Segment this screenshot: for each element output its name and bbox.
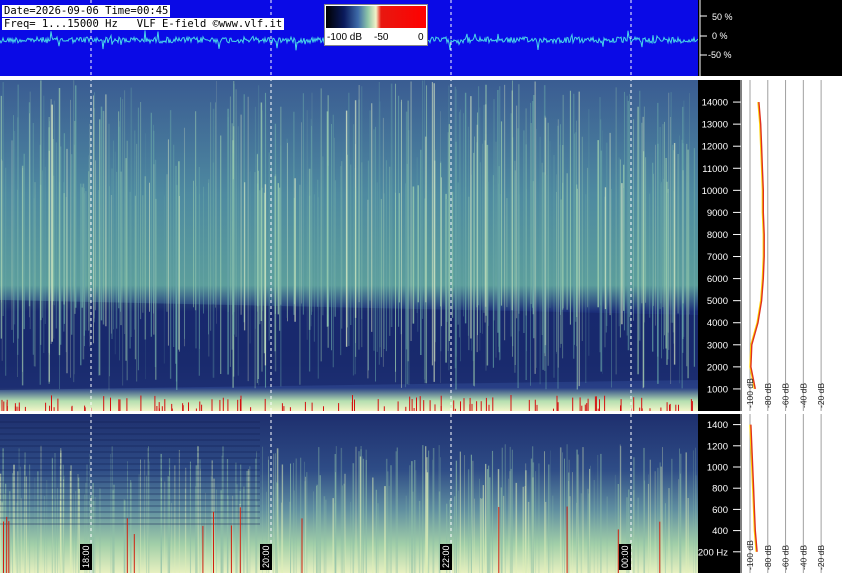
spectrogram-canvas: 1000200030004000500060007000800090001000… xyxy=(0,0,842,573)
lower-profile-xtick-label: -100 dB xyxy=(745,540,755,570)
upper-freq-tick-label: 14000 xyxy=(702,98,728,109)
waveform-tick-0: 0 % xyxy=(712,31,728,41)
upper-freq-tick-label: 10000 xyxy=(702,186,728,197)
upper-freq-tick-label: 7000 xyxy=(707,252,728,263)
upper-freq-tick-label: 1000 xyxy=(707,384,728,395)
header-date-time: Date=2026-09-06 Time=00:45 xyxy=(2,5,171,17)
lower-freq-tick-label: 1400 xyxy=(707,420,728,431)
lower-profile-xtick-label: -20 dB xyxy=(816,545,826,570)
upper-freq-tick-label: 13000 xyxy=(702,120,728,131)
upper-freq-tick-label: 6000 xyxy=(707,274,728,285)
upper-freq-tick-label: 5000 xyxy=(707,296,728,307)
lower-freq-tick-label: 800 xyxy=(712,484,728,495)
time-label-2000: 20:00 xyxy=(260,544,272,570)
upper-profile-xtick-label: -80 dB xyxy=(763,383,773,408)
separator-lower xyxy=(0,411,698,414)
lower-freq-tick-label: 200 Hz xyxy=(698,547,728,558)
upper-profile-xtick-label: -20 dB xyxy=(816,383,826,408)
right-separator xyxy=(698,411,842,414)
separator-upper xyxy=(0,76,698,80)
lower-profile-xtick-label: -40 dB xyxy=(798,545,808,570)
upper-profile-xtick-label: -60 dB xyxy=(781,383,791,408)
upper-freq-tick-label: 4000 xyxy=(707,318,728,329)
upper-freq-tick-label: 9000 xyxy=(707,208,728,219)
colorbar-scale: -100 dB -50 0 xyxy=(324,4,428,46)
upper-freq-tick-label: 11000 xyxy=(702,164,728,175)
upper-profile-xtick-label: -40 dB xyxy=(798,383,808,408)
upper-freq-tick-label: 12000 xyxy=(702,142,728,153)
upper-freq-tick-label: 2000 xyxy=(707,362,728,373)
lower-freq-tick-label: 1000 xyxy=(707,463,728,474)
header-frequency-info: Freq= 1...15000 Hz VLF E-field ©www.vlf.… xyxy=(2,18,285,30)
colorbar-label-max: 0 xyxy=(418,32,424,43)
time-label-1800: 18:00 xyxy=(80,544,92,570)
waveform-tick-minus-50: -50 % xyxy=(708,50,732,60)
time-label-2200: 22:00 xyxy=(440,544,452,570)
waveform-tick-50: 50 % xyxy=(712,12,733,22)
lower-freq-tick-label: 1200 xyxy=(707,441,728,452)
upper-profile-bg xyxy=(742,80,842,411)
lower-profile-xtick-label: -80 dB xyxy=(763,545,773,570)
upper-freq-tick-label: 3000 xyxy=(707,340,728,351)
colorbar-label-min: -100 dB xyxy=(327,32,363,43)
colorbar-label-mid: -50 xyxy=(374,32,389,43)
colorbar-gradient xyxy=(326,6,426,28)
lower-freq-tick-label: 600 xyxy=(712,505,728,516)
upper-freq-tick-label: 8000 xyxy=(707,230,728,241)
upper-profile-xtick-label: -100 dB xyxy=(745,378,755,408)
lower-profile-xtick-label: -60 dB xyxy=(781,545,791,570)
time-label-0000: 00:00 xyxy=(619,544,631,570)
vlf-spectrogram-display: 1000 2000 3000 4000 5000 6000 7000 8000 9000 1000… xyxy=(0,0,842,573)
lower-freq-tick-label: 400 xyxy=(712,526,728,537)
